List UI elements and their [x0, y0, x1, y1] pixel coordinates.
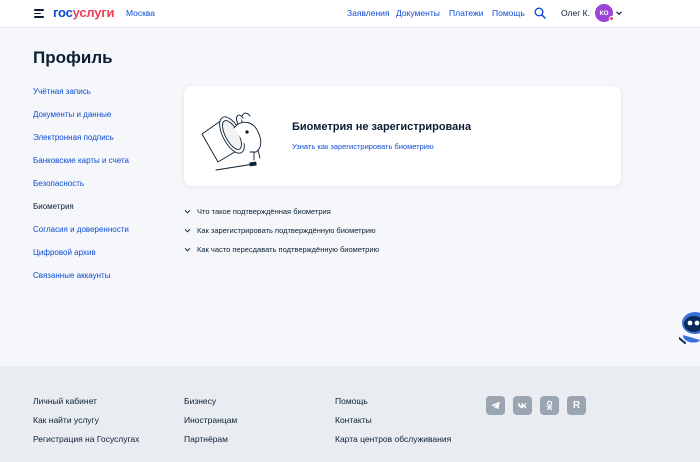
card-title: Биометрия не зарегистрирована [292, 121, 472, 133]
user-name[interactable]: Олег К. [561, 8, 590, 18]
footer-link-business[interactable]: Бизнесу [184, 396, 216, 406]
sidebar-item-documents[interactable]: Документы и данные [33, 110, 111, 119]
nav-help[interactable]: Помощь [492, 8, 525, 18]
sidebar-item-bank-cards[interactable]: Банковские карты и счета [33, 156, 129, 165]
chevron-down-icon[interactable] [615, 9, 623, 17]
chevron-down-icon [184, 228, 191, 233]
footer-link-find-service[interactable]: Как найти услугу [33, 415, 99, 425]
magician-hat-illustration-icon [201, 112, 262, 171]
footer-link-registration[interactable]: Регистрация на Госуслугах [33, 434, 139, 444]
gosuslugi-logo[interactable]: госуслуги [53, 5, 115, 20]
top-header: госуслуги Москва Заявления Документы Пла… [0, 0, 700, 28]
sidebar-item-e-signature[interactable]: Электронная подпись [33, 133, 114, 142]
notification-dot-icon [609, 16, 614, 21]
how-to-register-link[interactable]: Узнать как зарегистрировать биометрию [292, 142, 434, 151]
chevron-down-icon [184, 209, 191, 214]
page-title: Профиль [33, 48, 113, 67]
chevron-down-icon [184, 247, 191, 252]
footer-link-help[interactable]: Помощь [335, 396, 368, 406]
footer-link-partners[interactable]: Партнёрам [184, 434, 228, 444]
sidebar-item-linked-accounts[interactable]: Связанные аккаунты [33, 271, 110, 280]
sidebar-item-consents[interactable]: Согласия и доверенности [33, 225, 129, 234]
city-selector[interactable]: Москва [126, 8, 155, 18]
sidebar-item-digital-archive[interactable]: Цифровой архив [33, 248, 96, 257]
robot-assistant-icon[interactable] [679, 310, 700, 352]
faq-how-to-register[interactable]: Как зарегистрировать подтверждённую биом… [184, 224, 376, 236]
odnoklassniki-icon[interactable] [540, 396, 559, 415]
footer-link-service-centers-map[interactable]: Карта центров обслуживания [335, 434, 451, 444]
nav-documents[interactable]: Документы [396, 8, 440, 18]
footer-link-contacts[interactable]: Контакты [335, 415, 372, 425]
sidebar-item-security[interactable]: Безопасность [33, 179, 84, 188]
ok-glyph-icon [546, 400, 553, 411]
vk-glyph-icon [517, 403, 527, 409]
telegram-icon[interactable] [486, 396, 505, 415]
faq-how-often[interactable]: Как часто пересдавать подтверждённую био… [184, 243, 379, 255]
biometrics-status-card: Биометрия не зарегистрирована Узнать как… [184, 86, 621, 186]
sidebar-item-biometrics[interactable]: Биометрия [33, 202, 74, 211]
vk-icon[interactable] [513, 396, 532, 415]
menu-burger-icon[interactable] [34, 9, 44, 18]
footer-link-foreigners[interactable]: Иностранцам [184, 415, 237, 425]
nav-payments[interactable]: Платежи [449, 8, 483, 18]
faq-what-is-biometrics[interactable]: Что такое подтверждённая биометрия [184, 205, 331, 217]
sidebar-item-account[interactable]: Учётная запись [33, 87, 91, 96]
search-icon[interactable] [534, 7, 546, 19]
rutube-icon[interactable]: R [567, 396, 586, 415]
page-footer [0, 366, 700, 462]
footer-link-personal-account[interactable]: Личный кабинет [33, 396, 97, 406]
nav-applications[interactable]: Заявления [347, 8, 390, 18]
telegram-glyph-icon [491, 401, 500, 410]
